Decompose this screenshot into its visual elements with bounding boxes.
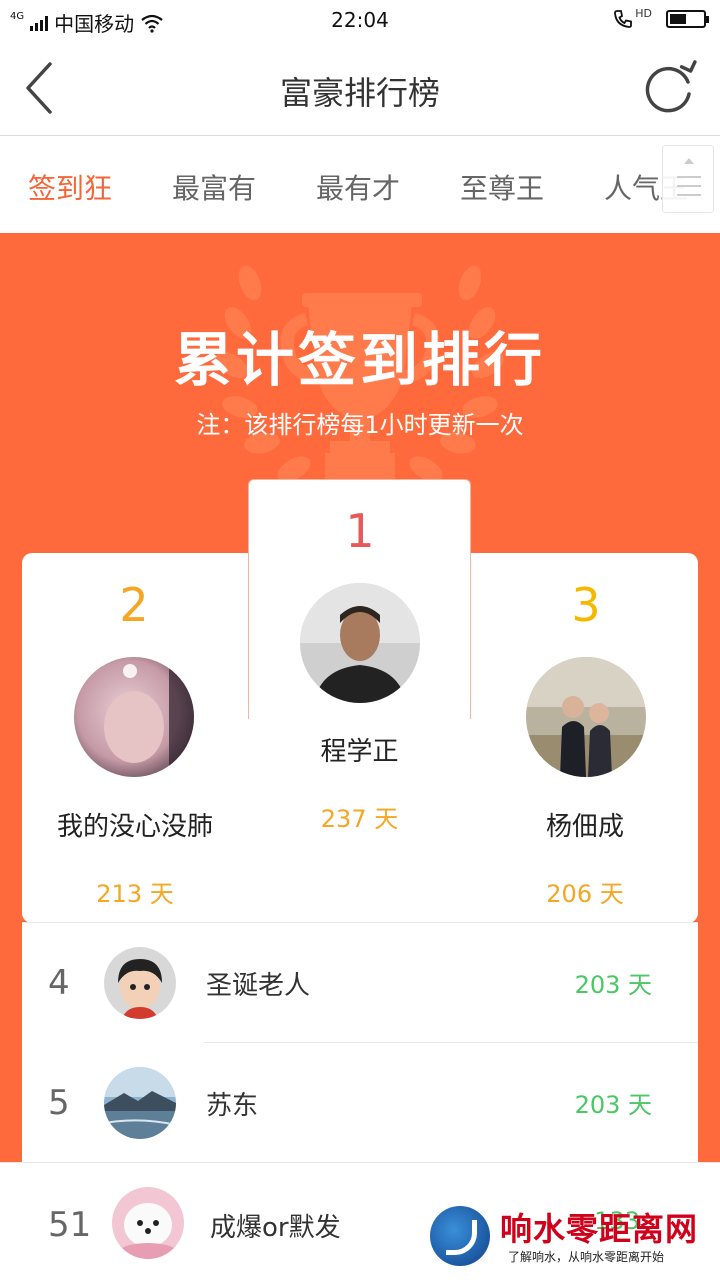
menu-line-icon xyxy=(677,176,701,178)
list-days: 203 天 xyxy=(574,971,652,999)
avatar-rank-2[interactable] xyxy=(74,657,194,777)
avatar-image xyxy=(526,657,646,777)
tab-talent[interactable]: 最有才 xyxy=(316,167,400,207)
ranking-list: 4 圣诞老人 203 天 5 苏东 203 天 xyxy=(22,923,698,1163)
watermark-logo xyxy=(430,1206,490,1266)
tab-menu-button[interactable] xyxy=(662,145,714,213)
list-days: 203 天 xyxy=(574,1091,652,1119)
battery-level xyxy=(670,14,686,24)
status-bar: 4G 中国移动 22:04 HD xyxy=(0,0,720,40)
my-avatar xyxy=(112,1187,184,1259)
rank-2-name: 我的没心没肺 xyxy=(56,812,213,842)
refresh-button[interactable] xyxy=(640,58,700,118)
rank-3-name: 杨佃成 xyxy=(545,812,624,842)
caret-up-icon xyxy=(684,158,694,164)
app-header: 富豪排行榜 xyxy=(0,40,720,136)
rank-2-number: 2 xyxy=(119,578,149,632)
tab-richest[interactable]: 最富有 xyxy=(172,167,256,207)
list-name: 圣诞老人 xyxy=(206,971,311,1001)
banner-title: 累计签到排行 xyxy=(173,326,546,394)
list-item[interactable]: 5 苏东 203 天 xyxy=(22,1043,698,1163)
avatar-image xyxy=(74,657,194,777)
menu-line-icon xyxy=(677,185,701,187)
avatar-rank-1[interactable] xyxy=(300,583,420,703)
avatar-rank-3[interactable] xyxy=(526,657,646,777)
page-title: 富豪排行榜 xyxy=(279,74,440,112)
tab-sign-in[interactable]: 签到狂 xyxy=(28,167,112,207)
avatar-image xyxy=(104,947,176,1019)
rank-3-number: 3 xyxy=(571,578,601,632)
rank-1-name: 程学正 xyxy=(320,737,399,767)
avatar-image xyxy=(112,1187,184,1259)
rank-2-days: 213 天 xyxy=(96,880,174,908)
my-rank-number: 51 xyxy=(48,1205,92,1245)
rank-3-days: 206 天 xyxy=(546,880,624,908)
list-rank: 4 xyxy=(48,963,70,1003)
avatar-image xyxy=(300,583,420,703)
watermark-title: 响水零距离网 xyxy=(500,1210,699,1248)
avatar-image xyxy=(104,1067,176,1139)
list-rank: 5 xyxy=(48,1083,70,1123)
banner-note: 注：该排行榜每1小时更新一次 xyxy=(196,411,524,439)
watermark-subtitle: 了解响水，从响水零距离开始 xyxy=(508,1250,665,1264)
avatar xyxy=(104,1067,176,1139)
watermark: 响水零距离网 了解响水，从响水零距离开始 xyxy=(430,1204,720,1274)
list-item[interactable]: 4 圣诞老人 203 天 xyxy=(22,923,698,1043)
my-name: 成爆or默发 xyxy=(210,1213,341,1243)
avatar xyxy=(104,947,176,1019)
battery-icon xyxy=(666,10,709,28)
tab-supreme[interactable]: 至尊王 xyxy=(460,167,544,207)
refresh-icon xyxy=(645,60,697,113)
hd-call-icon: HD xyxy=(612,6,652,30)
hd-label: HD xyxy=(635,6,652,20)
rank-1-days: 237 天 xyxy=(320,805,399,833)
rank-1-number: 1 xyxy=(345,504,375,558)
ranking-tabs: 签到狂 最富有 最有才 至尊王 人气王 xyxy=(0,137,720,233)
menu-line-icon xyxy=(677,194,701,196)
list-name: 苏东 xyxy=(206,1091,259,1121)
